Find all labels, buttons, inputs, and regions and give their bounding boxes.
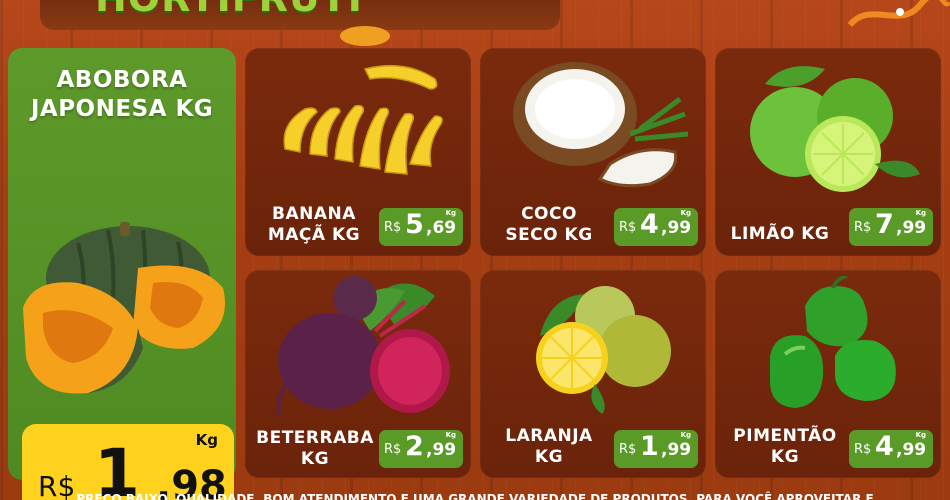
price-unit: Kg — [915, 209, 926, 217]
beetroot-icon — [276, 276, 450, 416]
footer-text: PREÇO BAIXO, QUALIDADE, BOM ATENDIMENTO … — [76, 492, 874, 500]
product-card-coconut[interactable]: COCO SECO KG Kg R$ 4 ,99 — [480, 48, 706, 256]
product-name-line2: KG — [534, 447, 564, 467]
price-tag-orange: Kg R$ 1 ,99 — [614, 430, 698, 468]
orange-decoration — [340, 26, 390, 46]
product-name-line1: LIMÃO KG — [730, 224, 830, 244]
product-name-lime: LIMÃO KG — [725, 224, 835, 245]
price-currency: R$ — [384, 220, 402, 235]
price-decimal: ,69 — [426, 218, 457, 238]
product-card-banana[interactable]: BANANA MAÇÃ KG Kg R$ 5 ,69 — [245, 48, 471, 256]
product-card-beetroot[interactable]: BETERRABA KG Kg R$ 2 ,99 — [245, 270, 471, 478]
price-unit: Kg — [680, 431, 691, 439]
price-integer: 7 — [875, 209, 894, 240]
product-name-line2: KG — [770, 447, 800, 467]
price-integer: 1 — [640, 431, 659, 462]
price-integer: 2 — [405, 431, 424, 462]
orange-icon — [536, 286, 671, 414]
price-currency: R$ — [384, 442, 402, 457]
price-unit: Kg — [445, 431, 456, 439]
price-decimal: ,99 — [661, 440, 692, 460]
product-name-green-pepper: PIMENTÃO KG — [725, 426, 845, 468]
pumpkin-icon — [23, 222, 225, 394]
price-integer: 5 — [405, 209, 424, 240]
featured-product-name: ABOBORA JAPONESA KG — [30, 67, 214, 122]
price-integer: 4 — [640, 209, 659, 240]
product-card-orange[interactable]: LARANJA KG Kg R$ 1 ,99 — [480, 270, 706, 478]
product-card-lime[interactable]: LIMÃO KG Kg R$ 7 ,99 — [715, 48, 941, 256]
price-decimal: ,99 — [896, 440, 927, 460]
product-name-line2: MAÇÃ KG — [267, 225, 361, 245]
product-name-banana: BANANA MAÇÃ KG — [259, 204, 369, 246]
price-currency: R$ — [619, 442, 637, 457]
top-banner: HORTIFRUTI — [40, 0, 560, 30]
price-tag-green-pepper: Kg R$ 4 ,99 — [849, 430, 933, 468]
price-tag-coconut: Kg R$ 4 ,99 — [614, 208, 698, 246]
product-name-line2: KG — [300, 449, 330, 469]
product-name-orange: LARANJA KG — [494, 426, 604, 468]
price-decimal: ,99 — [896, 218, 927, 238]
product-name-line2: SECO KG — [505, 225, 593, 245]
product-name-line1: LARANJA — [505, 426, 593, 446]
product-card-green-pepper[interactable]: PIMENTÃO KG Kg R$ 4 ,99 — [715, 270, 941, 478]
lime-icon — [750, 66, 920, 192]
price-tag-lime: Kg R$ 7 ,99 — [849, 208, 933, 246]
swirl-decoration-icon — [847, 0, 950, 28]
price-tag-banana: Kg R$ 5 ,69 — [379, 208, 463, 246]
price-unit: Kg — [915, 431, 926, 439]
product-name-beetroot: BETERRABA KG — [253, 428, 377, 470]
price-tag-beetroot: Kg R$ 2 ,99 — [379, 430, 463, 468]
featured-product-card[interactable]: ABOBORA JAPONESA KG Kg R$ 1 ,98 — [8, 48, 236, 500]
product-name-line1: BETERRABA — [256, 428, 374, 448]
product-name-line1: COCO — [521, 204, 577, 224]
product-name-line1: PIMENTÃO — [733, 426, 837, 446]
banana-icon — [283, 64, 443, 175]
price-decimal: ,99 — [426, 440, 457, 460]
product-name-line1: BANANA — [272, 204, 356, 224]
price-integer: 4 — [875, 431, 894, 462]
price-unit: Kg — [445, 209, 456, 217]
price-unit: Kg — [680, 209, 691, 217]
price-currency: R$ — [854, 442, 872, 457]
banner-title: HORTIFRUTI — [95, 0, 363, 20]
price-decimal: ,99 — [661, 218, 692, 238]
coconut-icon — [513, 62, 689, 188]
product-name-coconut: COCO SECO KG — [494, 204, 604, 246]
green-pepper-icon — [770, 276, 896, 408]
price-currency: R$ — [854, 220, 872, 235]
price-currency: R$ — [619, 220, 637, 235]
featured-price-unit: Kg — [195, 431, 218, 449]
